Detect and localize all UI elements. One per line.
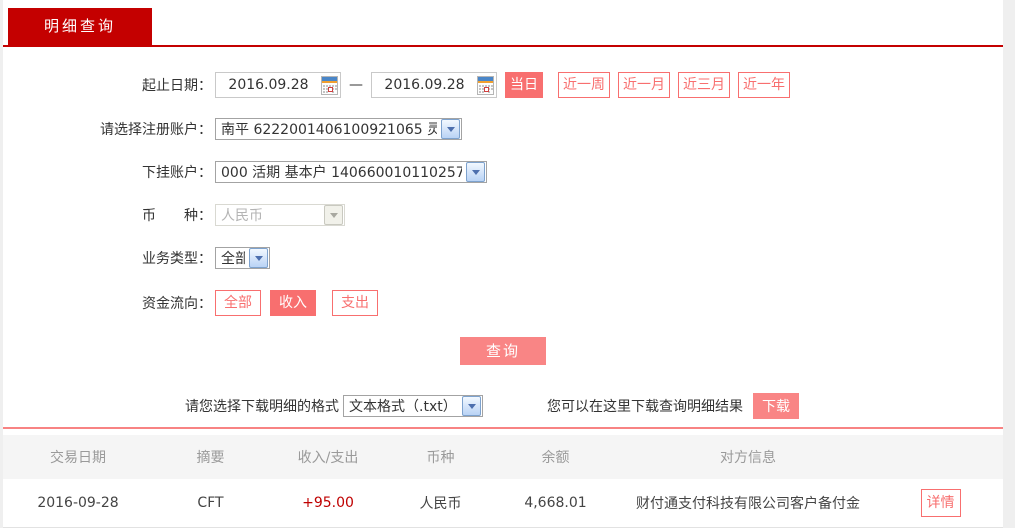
fund-flow-button-2[interactable]: 支出 — [332, 290, 378, 316]
download-hint-text: 您可以在这里下载查询明细结果 — [547, 396, 743, 416]
sub-account-label: 下挂账户： — [3, 162, 212, 182]
currency-value: 人民币 — [221, 205, 320, 225]
business-type-label: 业务类型： — [3, 248, 212, 268]
cell-counterparty: 财付通支付科技有限公司客户备付金 — [618, 479, 878, 528]
end-date-input[interactable]: 2016.09.28 — [371, 72, 497, 98]
table-header-cell: 对方信息 — [618, 435, 878, 479]
currency-label: 币 种： — [3, 205, 212, 225]
sub-account-value: 000 活期 基本户 1406600101102571848 — [221, 162, 462, 182]
register-account-label: 请选择注册账户： — [3, 119, 212, 139]
table-body: 2016-09-28CFT+95.00人民币4,668.01财付通支付科技有限公… — [3, 479, 1003, 528]
table-header-cell: 摘要 — [153, 435, 268, 479]
table-header-row: 交易日期摘要收入/支出币种余额对方信息 — [3, 435, 1003, 479]
download-format-value: 文本格式（.txt） — [349, 396, 458, 416]
cell-detail: 详情 — [878, 479, 1003, 528]
download-format-label: 请您选择下载明细的格式 — [185, 396, 339, 416]
chevron-down-icon — [462, 396, 481, 416]
start-date-value: 2016.09.28 — [216, 77, 321, 93]
cell-summary: CFT — [153, 479, 268, 528]
register-account-select[interactable]: 南平 6222001406100921065 灵通卡 — [215, 118, 462, 140]
start-date-input[interactable]: 2016.09.28 — [215, 72, 341, 98]
chevron-down-icon — [249, 248, 268, 268]
cell-balance: 4,668.01 — [493, 479, 618, 528]
end-date-value: 2016.09.28 — [372, 77, 477, 93]
query-form: 起止日期： 2016.09.28 — 2016.09.28 — [3, 47, 1003, 419]
currency-select: 人民币 — [215, 204, 345, 226]
chevron-down-icon — [324, 205, 343, 225]
table-row: 2016-09-28CFT+95.00人民币4,668.01财付通支付科技有限公… — [3, 479, 1003, 528]
query-button-row: 查询 — [3, 337, 1003, 365]
date-range-row: 起止日期： 2016.09.28 — 2016.09.28 — [3, 72, 1003, 98]
sub-account-row: 下挂账户： 000 活期 基本户 1406600101102571848 — [3, 161, 1003, 183]
table-top-divider — [3, 427, 1003, 429]
register-account-row: 请选择注册账户： 南平 6222001406100921065 灵通卡 — [3, 118, 1003, 140]
quick-date-button-3[interactable]: 近三月 — [678, 72, 730, 98]
download-row: 请您选择下载明细的格式 文本格式（.txt） 您可以在这里下载查询明细结果 下载 — [185, 393, 1003, 419]
detail-query-panel: 明细查询 起止日期： 2016.09.28 — — [3, 0, 1003, 522]
table-header-cell: 余额 — [493, 435, 618, 479]
quick-date-button-0[interactable]: 当日 — [505, 72, 543, 98]
download-format-select[interactable]: 文本格式（.txt） — [343, 395, 483, 417]
date-separator: — — [349, 77, 363, 93]
quick-date-button-4[interactable]: 近一年 — [738, 72, 790, 98]
table-header-cell-empty — [878, 435, 1003, 479]
chevron-down-icon — [441, 119, 460, 139]
detail-button[interactable]: 详情 — [921, 489, 961, 517]
table-header-cell: 币种 — [388, 435, 493, 479]
fund-flow-button-0[interactable]: 全部 — [215, 290, 261, 316]
fund-flow-row: 资金流向： 全部收入支出 — [3, 290, 1003, 316]
date-range-label: 起止日期： — [3, 75, 212, 95]
quick-date-button-1[interactable]: 近一周 — [558, 72, 610, 98]
table-header-cell: 收入/支出 — [268, 435, 388, 479]
calendar-icon[interactable] — [477, 76, 494, 95]
chevron-down-icon — [466, 162, 485, 182]
fund-flow-label: 资金流向： — [3, 293, 212, 313]
transactions-table: 交易日期摘要收入/支出币种余额对方信息 2016-09-28CFT+95.00人… — [3, 435, 1003, 528]
tab-detail-query[interactable]: 明细查询 — [8, 8, 152, 45]
fund-flow-buttons: 全部收入支出 — [215, 290, 387, 316]
sub-account-select[interactable]: 000 活期 基本户 1406600101102571848 — [215, 161, 487, 183]
cell-date: 2016-09-28 — [3, 479, 153, 528]
register-account-value: 南平 6222001406100921065 灵通卡 — [221, 119, 437, 139]
cell-currency: 人民币 — [388, 479, 493, 528]
fund-flow-button-1[interactable]: 收入 — [270, 290, 316, 316]
tab-bar: 明细查询 — [3, 0, 1003, 47]
download-button[interactable]: 下载 — [753, 393, 799, 419]
quick-date-buttons: 当日近一周近一月近三月近一年 — [497, 72, 790, 98]
business-type-select[interactable]: 全部 — [215, 247, 270, 269]
query-button[interactable]: 查询 — [460, 337, 546, 365]
currency-row: 币 种： 人民币 — [3, 204, 1003, 226]
business-type-value: 全部 — [221, 248, 245, 268]
cell-amount: +95.00 — [268, 479, 388, 528]
quick-date-button-2[interactable]: 近一月 — [618, 72, 670, 98]
business-type-row: 业务类型： 全部 — [3, 247, 1003, 269]
table-header-cell: 交易日期 — [3, 435, 153, 479]
calendar-icon[interactable] — [321, 76, 338, 95]
